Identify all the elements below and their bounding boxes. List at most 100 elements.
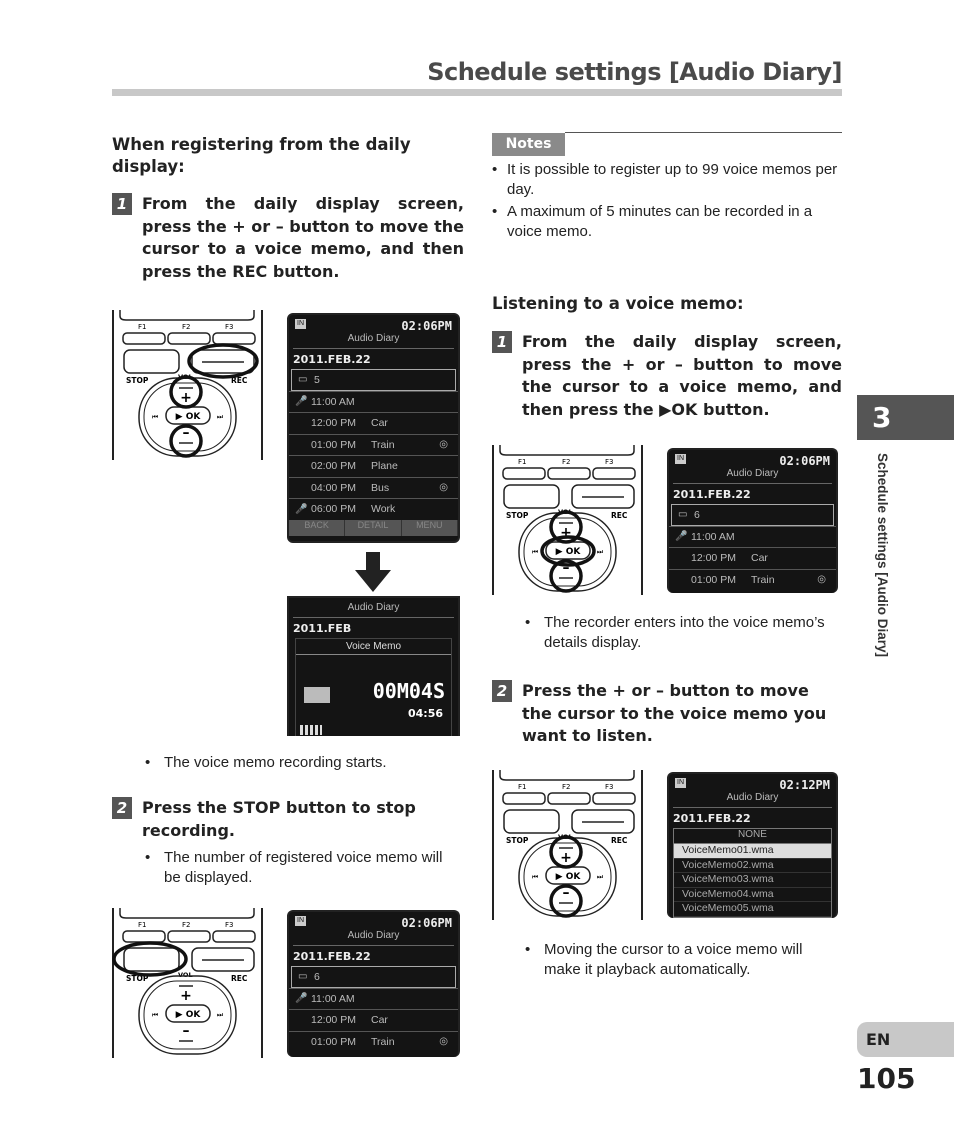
rewind-button[interactable]: ⏮: [152, 1011, 158, 1019]
clock: 02:06PM: [779, 454, 830, 468]
stop-label: STOP: [506, 511, 529, 520]
f2-button[interactable]: [167, 332, 211, 345]
note-item: • A maximum of 5 minutes can be recorded …: [492, 203, 813, 240]
f3-button[interactable]: [592, 467, 636, 480]
voice-memo-icon: ◎: [439, 439, 448, 451]
rewind-button[interactable]: ⏮: [152, 413, 158, 421]
schedule-row[interactable]: 01:00 PM Train ◎: [669, 568, 836, 591]
stop-button[interactable]: [123, 349, 180, 374]
f1-label: F1: [138, 921, 146, 929]
file-item[interactable]: VoiceMemo03.wma: [674, 873, 831, 888]
file-item[interactable]: VoiceMemo04.wma: [674, 888, 831, 902]
f3-label: F3: [605, 783, 613, 791]
forward-button[interactable]: ⏭: [217, 413, 224, 421]
screen-title: Audio Diary: [673, 468, 832, 484]
rewind-button[interactable]: ⏮: [532, 873, 538, 881]
schedule-row[interactable]: 01:00 PM Train ◎: [289, 1030, 458, 1053]
memo-count: ▭ 5: [291, 369, 456, 391]
plus-button[interactable]: +: [180, 988, 192, 1004]
step-text: From the daily display screen, press the…: [142, 194, 464, 281]
input-indicator: IN: [295, 319, 306, 329]
none-option[interactable]: NONE: [674, 829, 831, 844]
schedule-row[interactable]: 🎤 11:00 AM: [289, 390, 458, 413]
f1-button[interactable]: [122, 930, 166, 943]
schedule-row[interactable]: 🎤 06:00 PM Work: [289, 498, 458, 520]
schedule-row[interactable]: 04:00 PM Bus ◎: [289, 476, 458, 499]
schedule-row[interactable]: 02:00 PM Plane: [289, 455, 458, 477]
schedule-row[interactable]: 12:00 PM Car: [669, 547, 836, 569]
soft-key[interactable]: BACK: [289, 519, 346, 536]
memo-icon: ▭: [298, 374, 308, 386]
svg-text:▶ OK: ▶ OK: [556, 872, 582, 882]
forward-button[interactable]: ⏭: [597, 873, 604, 881]
input-indicator: IN: [675, 454, 686, 464]
device-screen-file-list: IN 02:12PM Audio Diary 2011.FEB.22 NONE V…: [667, 772, 838, 918]
minus-button[interactable]: –: [183, 1023, 190, 1039]
schedule-row[interactable]: 🎤 11:00 AM: [669, 525, 836, 548]
plus-button[interactable]: +: [180, 390, 192, 406]
file-item[interactable]: VoiceMemo02.wma: [674, 859, 831, 873]
plus-button[interactable]: +: [560, 850, 572, 866]
schedule-row[interactable]: 🎤 11:00 AM: [289, 987, 458, 1010]
svg-text:▶ OK: ▶ OK: [556, 547, 582, 557]
page-number: 105: [857, 1062, 916, 1095]
bullet: • The number of registered voice memo wil…: [145, 849, 443, 886]
f2-button[interactable]: [547, 792, 591, 805]
soft-key[interactable]: MENU: [402, 519, 458, 536]
soft-key[interactable]: DETAIL: [345, 519, 402, 536]
f1-label: F1: [518, 783, 526, 791]
f1-button[interactable]: [122, 332, 166, 345]
recorder-diagram: F1 F2 F3 STOP REC VOL + ▶ OK ⏮ ⏭ –: [112, 908, 264, 1062]
memo-icon: ▭: [678, 509, 688, 521]
recorder-diagram: F1 F2 F3 STOP REC VOL + ▶ OK ⏮ ⏭ –: [492, 770, 644, 924]
f3-button[interactable]: [212, 332, 256, 345]
file-item[interactable]: VoiceMemo05.wma: [674, 902, 831, 917]
device-screen-daily: IN 02:06PM Audio Diary 2011.FEB.22 ▭ 6 🎤 11:…: [667, 448, 838, 593]
forward-button[interactable]: ⏭: [597, 548, 604, 556]
notes-label: Notes: [492, 133, 565, 156]
f2-button[interactable]: [167, 930, 211, 943]
f1-button[interactable]: [502, 467, 546, 480]
screen-title: Audio Diary: [293, 602, 454, 618]
clock: 02:12PM: [779, 778, 830, 792]
f3-button[interactable]: [212, 930, 256, 943]
stop-button[interactable]: [503, 809, 560, 834]
remaining-time: 04:56: [407, 707, 443, 720]
input-indicator: IN: [295, 916, 306, 926]
mic-icon: 🎤: [295, 396, 308, 408]
voice-memo-icon: ◎: [817, 574, 826, 586]
stop-button[interactable]: [503, 484, 560, 509]
elapsed-time: 00M04S: [372, 679, 445, 703]
schedule-row[interactable]: 12:00 PM Car: [289, 412, 458, 434]
schedule-row[interactable]: 12:00 PM Car: [289, 1009, 458, 1031]
schedule-row[interactable]: 01:00 PM Train ◎: [289, 433, 458, 456]
page-title: Schedule settings [Audio Diary]: [427, 58, 842, 86]
mic-icon: 🎤: [675, 531, 688, 543]
mic-icon: 🎤: [295, 993, 308, 1005]
section-label-vertical: Schedule settings [Audio Diary]: [875, 453, 890, 658]
rewind-button[interactable]: ⏮: [532, 548, 538, 556]
f3-label: F3: [225, 921, 233, 929]
recording-icon: [304, 687, 330, 703]
step-text: Press the + or – button to move the curs…: [522, 681, 827, 745]
step-badge: 1: [112, 193, 132, 215]
screen-date: 2011.FEB: [293, 622, 352, 635]
f2-button[interactable]: [547, 467, 591, 480]
f2-label: F2: [182, 921, 190, 929]
stop-button[interactable]: [123, 947, 180, 972]
step-badge: 2: [492, 680, 512, 702]
voice-memo-icon: ◎: [439, 482, 448, 494]
rec-label: REC: [231, 974, 248, 983]
title-rule: [112, 89, 842, 96]
screen-title: Audio Diary: [293, 930, 454, 946]
chapter-tab: 3: [857, 395, 954, 440]
memo-icon: ▭: [298, 971, 308, 983]
step-text: Press the STOP button to stop recording.: [142, 798, 416, 840]
voice-memo-icon: ◎: [439, 1036, 448, 1048]
rec-label: REC: [611, 836, 628, 845]
f1-button[interactable]: [502, 792, 546, 805]
right-heading: Listening to a voice memo:: [492, 294, 744, 313]
f3-button[interactable]: [592, 792, 636, 805]
file-item[interactable]: VoiceMemo01.wma: [674, 844, 831, 859]
forward-button[interactable]: ⏭: [217, 1011, 224, 1019]
